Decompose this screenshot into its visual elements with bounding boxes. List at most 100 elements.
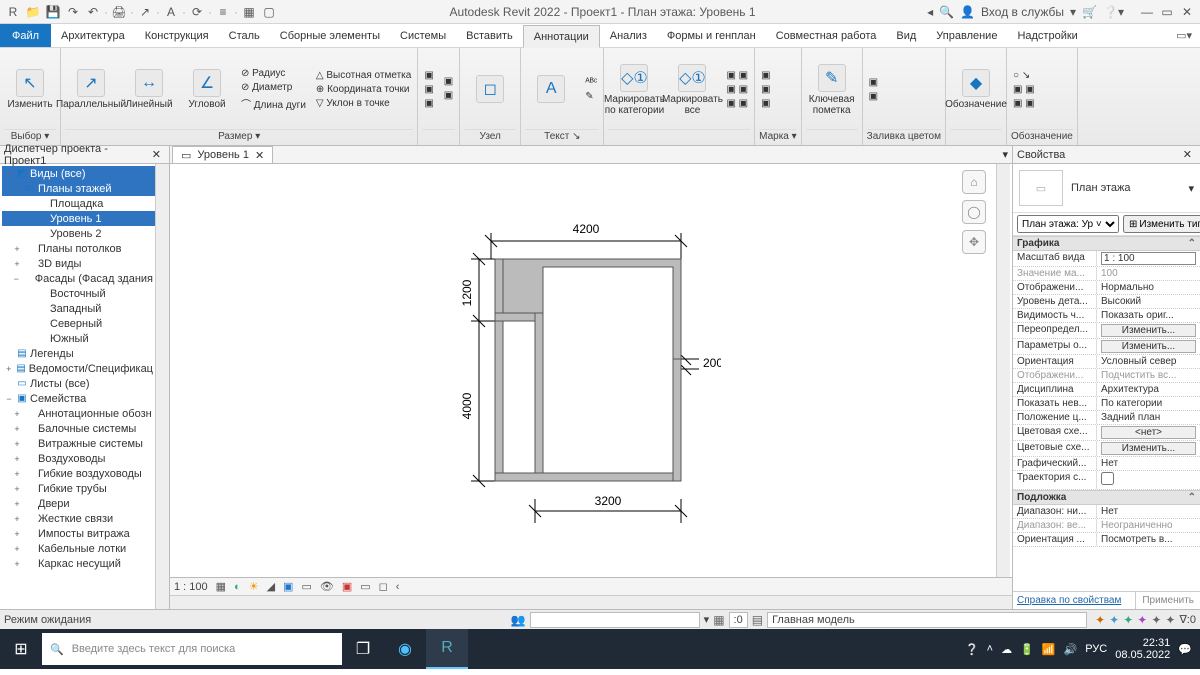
ribbon-button[interactable]: ◆Обозначение — [950, 69, 1002, 110]
view-tab-level1[interactable]: ▭ Уровень 1 ✕ — [172, 146, 273, 163]
ribbon-button[interactable]: A — [525, 75, 577, 105]
ribbon-tab[interactable]: Аннотации — [523, 25, 600, 48]
tree-item[interactable]: −▭Планы этажей — [2, 181, 155, 196]
qat-button[interactable]: 🖨 — [110, 3, 128, 21]
tree-item[interactable]: +Витражные системы — [2, 436, 155, 451]
worksets-icon[interactable]: 👥 — [511, 613, 526, 627]
property-row[interactable]: Отображени...Подчистить вс... — [1013, 369, 1200, 383]
ribbon-tab[interactable]: Архитектура — [51, 24, 135, 47]
qat-button[interactable]: ▢ — [260, 3, 278, 21]
help-icon[interactable]: ❔▾ — [1103, 5, 1124, 19]
model-icon[interactable]: ▤ — [752, 613, 763, 627]
tree-item[interactable]: +Каркас несущий — [2, 556, 155, 571]
ribbon-tab[interactable]: Формы и генплан — [657, 24, 766, 47]
ribbon-button[interactable]: ↗Параллельный — [65, 69, 117, 110]
workset-combo[interactable] — [530, 612, 700, 628]
qat-button[interactable]: ↗ — [136, 3, 154, 21]
project-browser-close[interactable]: ✕ — [148, 148, 165, 161]
property-row[interactable]: ОриентацияУсловный север — [1013, 355, 1200, 369]
cart-icon[interactable]: 🛒 — [1082, 5, 1097, 19]
property-row[interactable]: Ориентация ...Посмотреть в... — [1013, 533, 1200, 547]
property-row[interactable]: Отображени...Нормально — [1013, 281, 1200, 295]
ribbon-small-button[interactable]: ▣ — [867, 90, 880, 103]
qat-button[interactable]: A — [162, 3, 180, 21]
ribbon-button[interactable]: ↖Изменить — [4, 69, 56, 110]
help-tray-icon[interactable]: ❔ — [965, 643, 979, 656]
ribbon-small-button[interactable]: ▣ ▣ — [724, 83, 750, 96]
ribbon-tab[interactable]: Сталь — [219, 24, 270, 47]
ribbon-tab[interactable]: Анализ — [600, 24, 657, 47]
ribbon-small-button[interactable] — [442, 103, 455, 105]
tree-item[interactable]: −◩Виды (все) — [2, 166, 155, 181]
ribbon-small-button[interactable]: ▣ ▣ — [724, 97, 750, 110]
ribbon-tab[interactable]: Конструкция — [135, 24, 219, 47]
sr-icon[interactable]: ✦ — [1151, 613, 1161, 627]
start-button[interactable]: ⊞ — [0, 629, 42, 669]
vc-icon3[interactable]: ◻ — [379, 580, 388, 593]
type-dropdown-icon[interactable]: ▾ — [1188, 182, 1194, 195]
arrow-icon[interactable]: ◂ — [927, 5, 933, 19]
tree-item[interactable]: Западный — [2, 301, 155, 316]
tree-item[interactable]: +Гибкие трубы — [2, 481, 155, 496]
instance-selector[interactable]: План этажа: Ур ˅ — [1017, 215, 1119, 233]
tree-item[interactable]: Южный — [2, 331, 155, 346]
ribbon-button[interactable]: ↔Линейный — [123, 69, 175, 110]
tree-item[interactable]: +Жесткие связи — [2, 511, 155, 526]
battery-icon[interactable]: 🔋 — [1020, 643, 1034, 656]
hide-icon[interactable]: 👁 — [320, 580, 334, 593]
tree-item[interactable]: Северный — [2, 316, 155, 331]
project-tree[interactable]: −◩Виды (все)−▭Планы этажейПлощадкаУровен… — [0, 164, 155, 609]
ribbon-tab[interactable]: Системы — [390, 24, 456, 47]
ribbon-small-button[interactable]: ○ ↘ — [1011, 69, 1037, 82]
tree-item[interactable]: ▭Листы (все) — [2, 376, 155, 391]
restore-button[interactable]: ▭ — [1158, 5, 1176, 19]
tree-item[interactable]: +Двери — [2, 496, 155, 511]
tree-item[interactable]: Уровень 1 — [2, 211, 155, 226]
property-row[interactable]: Диапазон: ни...Нет — [1013, 505, 1200, 519]
vc-icon2[interactable]: ▭ — [360, 580, 370, 593]
property-group[interactable]: Подложка⌃ — [1013, 490, 1200, 505]
property-row[interactable]: Видимость ч...Показать ориг... — [1013, 309, 1200, 323]
property-row[interactable]: Значение ма...100 — [1013, 267, 1200, 281]
vc-arrow[interactable]: ‹ — [396, 581, 400, 593]
ribbon-small-button[interactable]: △ Высотная отметка — [314, 69, 413, 82]
ribbon-small-button[interactable]: ⊘ Радиус — [239, 67, 308, 80]
tree-item[interactable]: +Планы потолков — [2, 241, 155, 256]
apply-button[interactable]: Применить — [1135, 592, 1200, 609]
volume-icon[interactable]: 🔊 — [1064, 643, 1078, 656]
login-link[interactable]: Вход в службы — [981, 5, 1064, 19]
property-group[interactable]: Графика⌃ — [1013, 236, 1200, 251]
nav-home-icon[interactable]: ⌂ — [962, 170, 986, 194]
tree-item[interactable]: +Аннотационные обозн — [2, 406, 155, 421]
ribbon-small-button[interactable]: ▽ Уклон в точке — [314, 97, 413, 110]
sr-icon[interactable]: ✦ — [1123, 613, 1133, 627]
ribbon-small-button[interactable]: ✎ — [583, 90, 599, 103]
tree-item[interactable]: +3D виды — [2, 256, 155, 271]
nav-wheel-icon[interactable]: ◯ — [962, 200, 986, 224]
qat-button[interactable]: ▦ — [240, 3, 258, 21]
dropdown-icon[interactable]: ▾ — [1070, 5, 1076, 19]
ribbon-button[interactable]: ◇①Маркировать все — [666, 64, 718, 116]
tree-item[interactable]: +Гибкие воздуховоды — [2, 466, 155, 481]
task-view-button[interactable]: ❐ — [342, 629, 384, 669]
onedrive-icon[interactable]: ☁ — [1001, 643, 1012, 656]
property-row[interactable]: Цветовые схе...Изменить... — [1013, 441, 1200, 457]
canvas-scroll-x[interactable] — [170, 595, 1012, 609]
ribbon-small-button[interactable]: ⌒ Длина дуги — [239, 95, 308, 112]
model-combo[interactable]: Главная модель — [767, 612, 1087, 628]
crop-icon[interactable]: ▭ — [301, 580, 311, 593]
sun-icon[interactable]: ☀ — [249, 580, 259, 593]
find-icon[interactable]: 🔍 — [939, 5, 954, 19]
property-row[interactable]: Уровень дета...Высокий — [1013, 295, 1200, 309]
ribbon-small-button[interactable]: ▣ — [867, 76, 880, 89]
scale-label[interactable]: 1 : 100 — [174, 581, 208, 593]
style-icon[interactable]: ◐ — [234, 581, 241, 593]
vc-icon[interactable]: ▣ — [342, 580, 352, 593]
tree-item[interactable]: +Воздуховоды — [2, 451, 155, 466]
view-tabs-menu[interactable]: ▾ — [998, 148, 1012, 161]
property-row[interactable]: ДисциплинаАрхитектура — [1013, 383, 1200, 397]
property-row[interactable]: Графический...Нет — [1013, 457, 1200, 471]
ribbon-small-button[interactable]: ▣ — [422, 97, 435, 110]
qat-button[interactable]: ↶ — [84, 3, 102, 21]
properties-grid[interactable]: Графика⌃Масштаб вида1 : 100Значение ма..… — [1013, 236, 1200, 591]
